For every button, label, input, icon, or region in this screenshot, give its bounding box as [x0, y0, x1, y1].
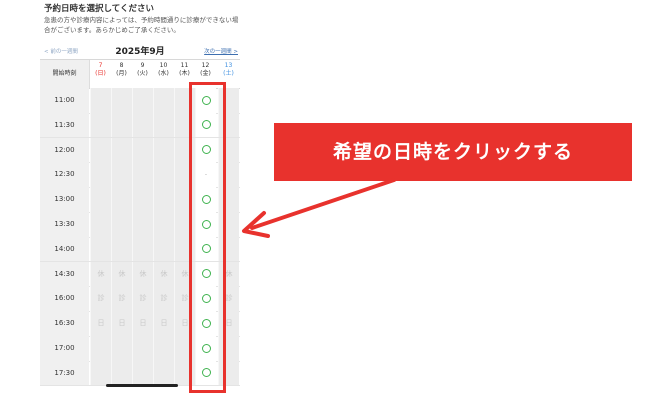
arrow-shaft [250, 178, 396, 230]
pointer-arrow [242, 178, 396, 238]
